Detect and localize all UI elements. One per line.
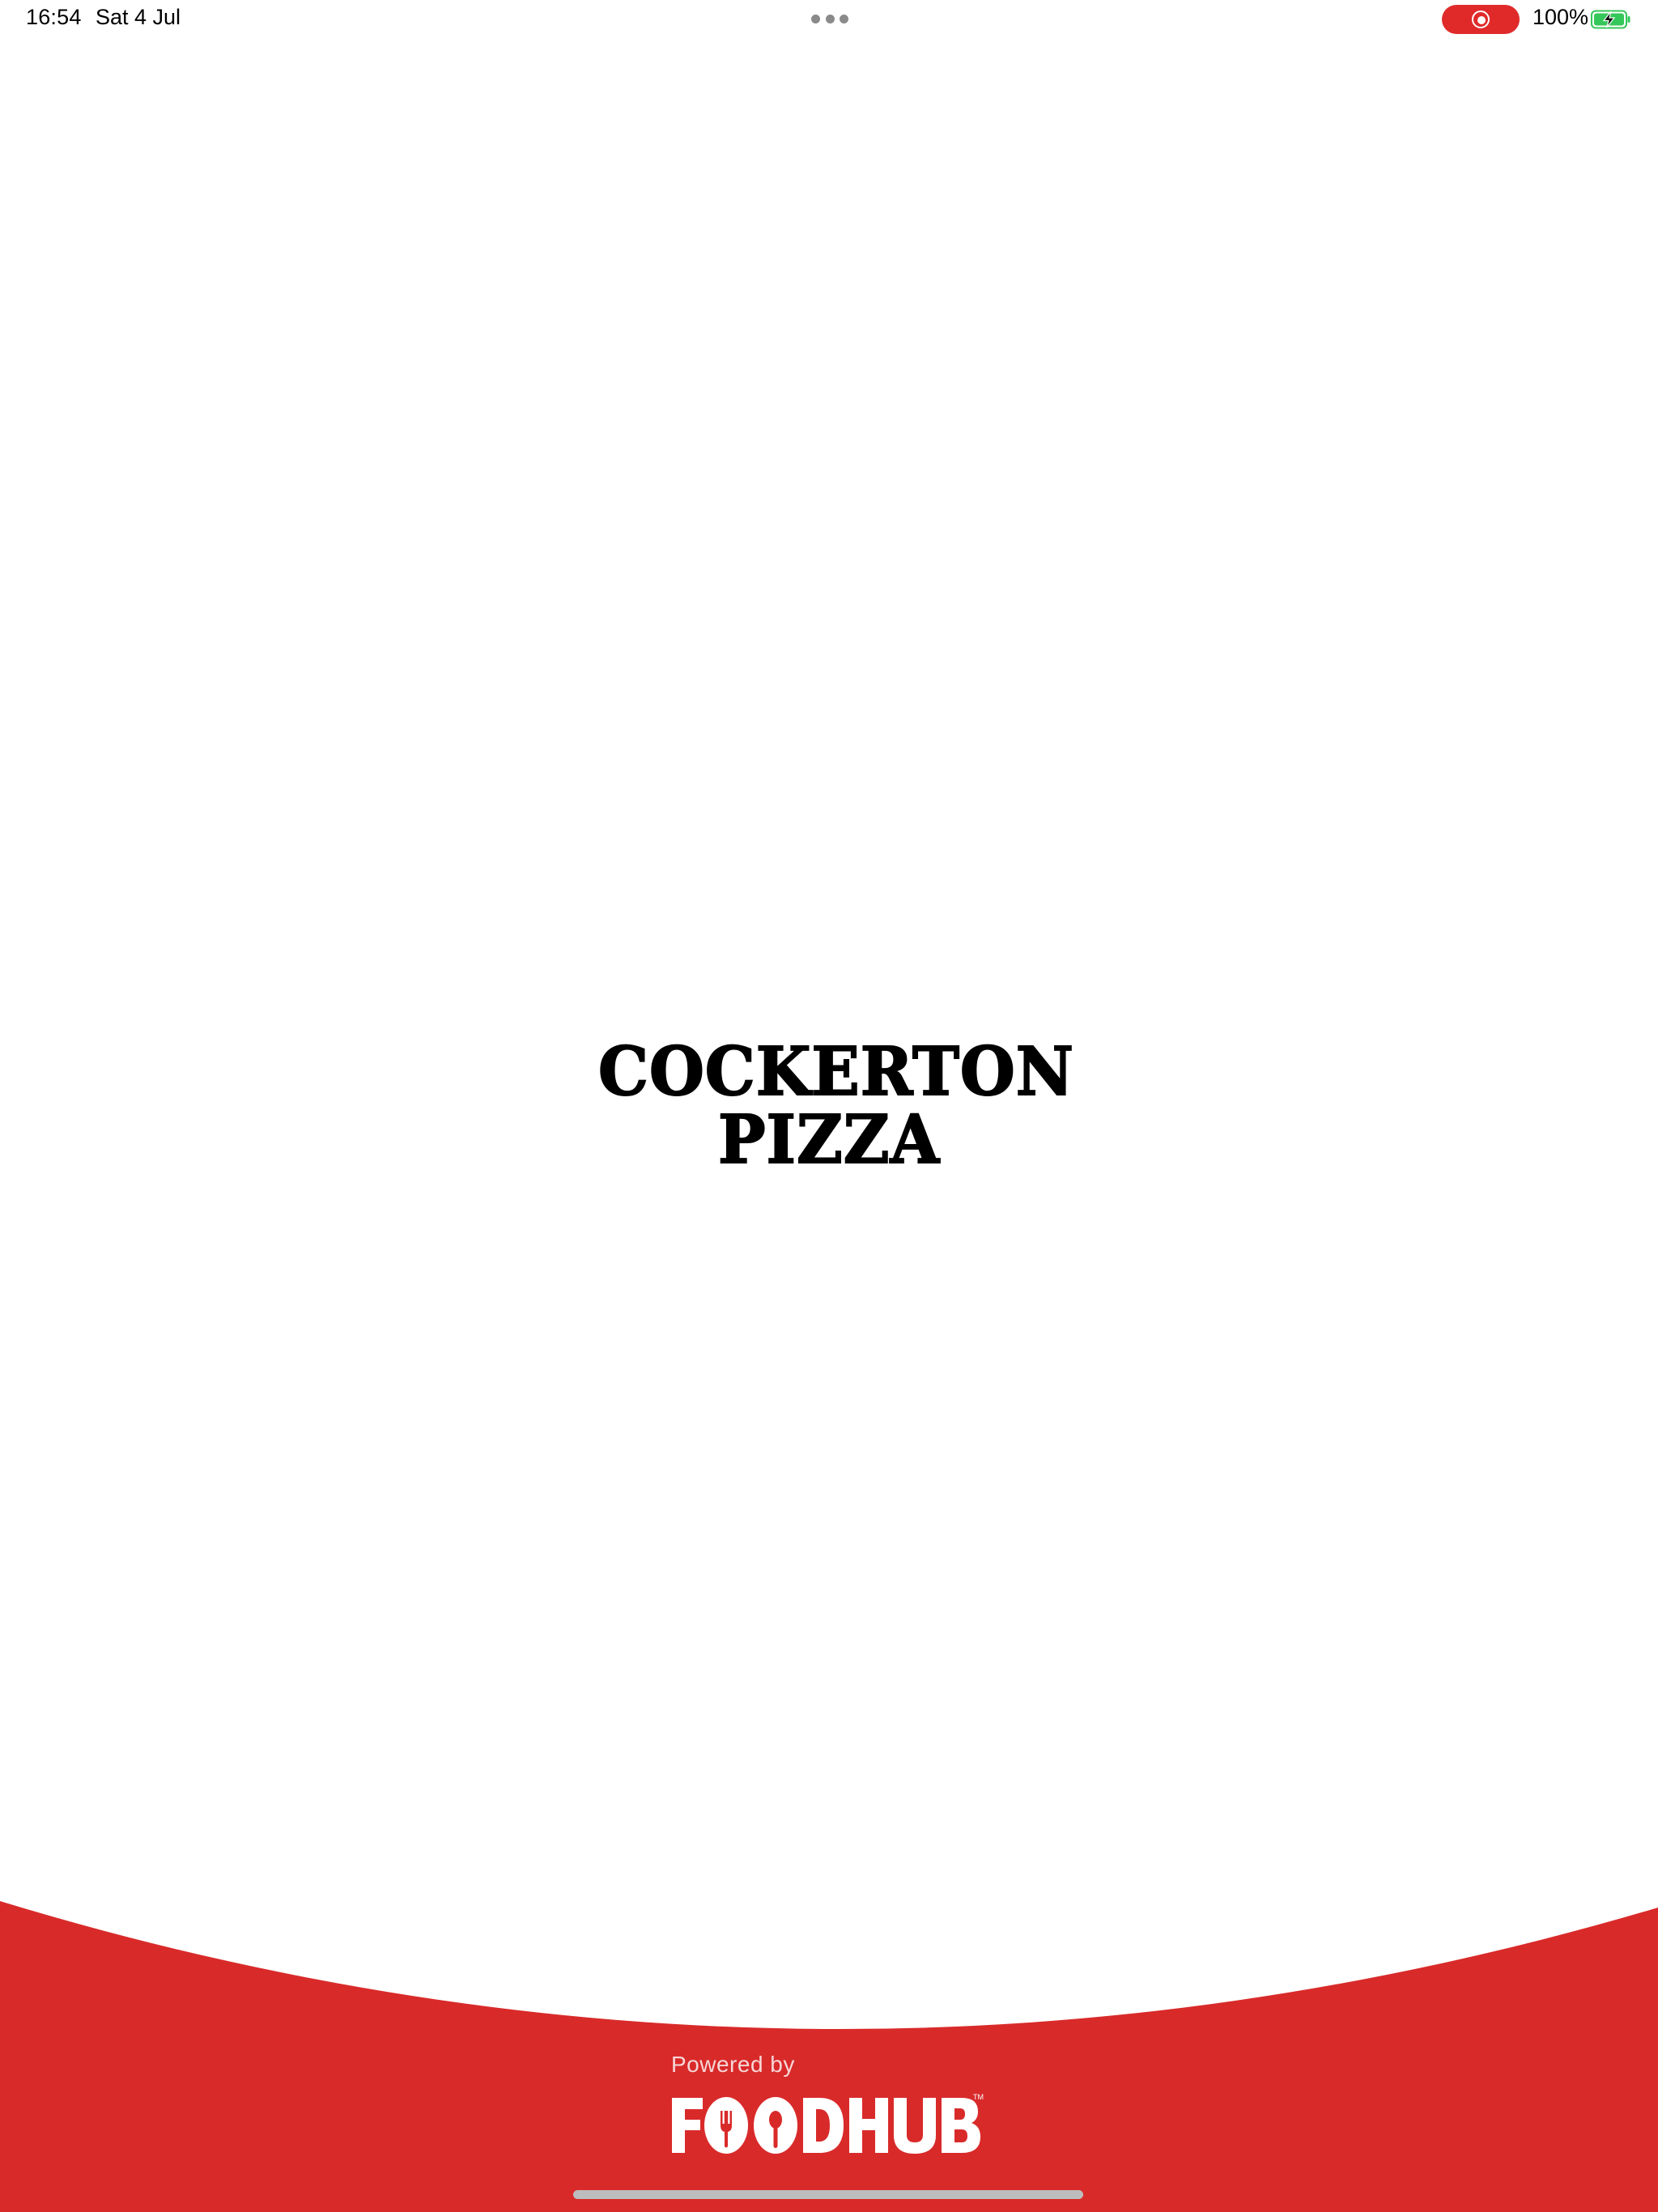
battery-charging-icon [1591, 10, 1630, 29]
status-time: 16:54 [26, 5, 82, 29]
status-date: Sat 4 Jul [96, 5, 181, 29]
brand-line-1: COCKERTON [597, 1033, 1074, 1111]
screen-recording-indicator[interactable] [1442, 5, 1520, 34]
status-bar: 16:54 Sat 4 Jul 100% [0, 0, 1658, 39]
multitasking-dots-icon[interactable] [811, 15, 848, 24]
powered-by-label: Powered by [671, 2052, 795, 2077]
restaurant-logo: COCKERTON PIZZA [586, 1033, 1074, 1179]
battery-percentage: 100% [1533, 5, 1589, 29]
foodhub-logo: TM [672, 2093, 984, 2154]
splash-screen: 16:54 Sat 4 Jul 100% COCKERTON PIZZA Pow… [0, 0, 1658, 2212]
brand-line-2: PIZZA [717, 1101, 940, 1179]
home-indicator[interactable] [573, 2190, 1083, 2199]
footer-wave [0, 1901, 1658, 2212]
trademark-mark: TM [973, 2093, 984, 2101]
